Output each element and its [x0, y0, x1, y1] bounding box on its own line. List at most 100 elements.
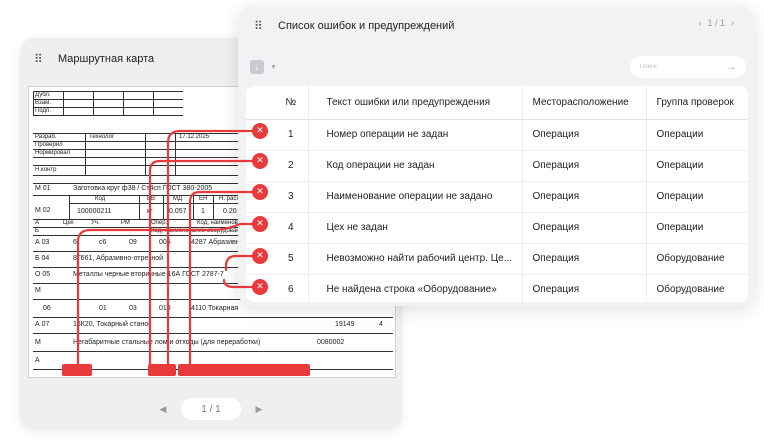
head-oper: Опер.	[151, 220, 168, 226]
table-row[interactable]: 4 Цех не задан Операция Операции	[246, 212, 748, 244]
error-highlight	[178, 364, 310, 376]
chevron-down-icon[interactable]: ▼	[270, 64, 277, 71]
row-location: Операция	[521, 243, 646, 275]
row-location: Операция	[521, 150, 646, 182]
error-badge-icon[interactable]: ✕	[252, 248, 268, 264]
header-icon-col	[246, 86, 274, 120]
errors-panel: ⠿ Список ошибок и предупреждений ‹ 1 / 1…	[238, 6, 754, 306]
row-group: Операции	[645, 119, 748, 151]
row-group: Оборудование	[645, 274, 748, 302]
row-text: Не найдена строка «Оборудование»	[307, 274, 522, 302]
m02-head-code: Код	[95, 196, 106, 202]
head-b: Б	[35, 228, 39, 234]
error-highlight	[62, 364, 92, 376]
m02-head-md: МД	[173, 196, 183, 202]
route-page-indicator: 1 / 1	[181, 398, 241, 420]
row-label-b04: Б 04	[35, 255, 50, 262]
head-a: А	[35, 220, 40, 226]
row-num: 6	[274, 274, 308, 302]
doc-row-dubl: Дубл.	[35, 92, 51, 98]
arrow-right-icon[interactable]: →	[726, 62, 736, 73]
head-ceh: Цех	[63, 220, 74, 226]
m02-nrash: 0.20	[223, 208, 237, 215]
errors-title: Список ошибок и предупреждений	[278, 20, 455, 32]
signer-normiroval: Нормировал	[35, 150, 71, 156]
errors-table-card: № Текст ошибки или предупреждения Местор…	[246, 86, 748, 302]
m01-material: Заготовка круг ф38 / Ст4сп ГОСТ 380-2005	[73, 185, 213, 192]
a03-rm: 09	[129, 239, 137, 246]
error-badge-icon[interactable]: ✕	[252, 123, 268, 139]
chevron-right-icon[interactable]: ›	[731, 18, 734, 28]
row-text: Наименование операции не задано	[307, 181, 522, 213]
errors-header[interactable]: ⠿ Список ошибок и предупреждений	[238, 6, 754, 46]
a03-ceh: 6	[73, 239, 77, 246]
chevron-left-icon[interactable]: ◀	[157, 404, 169, 415]
table-row[interactable]: 3 Наименование операции не задано Операц…	[246, 181, 748, 213]
a07-equipment: 16К20, Токарный станок	[73, 321, 152, 328]
row-text: Цех не задан	[307, 212, 522, 244]
b04-equipment: 8Г661, Абразивно-отрезной	[73, 255, 164, 262]
row-location: Операция	[521, 181, 646, 213]
r06-uch: 01	[99, 305, 107, 312]
m-last-text: Негабаритные стальные лом и отходы (для …	[73, 339, 261, 346]
errors-page-indicator: 1 / 1	[707, 18, 725, 28]
signer-razrab: Разраб.	[35, 134, 57, 140]
r06-rm: 03	[129, 305, 137, 312]
doc-row-vzam: Взам.	[35, 100, 51, 106]
download-icon[interactable]: ↓	[250, 60, 264, 74]
row-label-m01: М 01	[35, 185, 51, 192]
chevron-left-icon[interactable]: ‹	[698, 18, 701, 28]
errors-toolbar: ↓ ▼ →	[250, 52, 746, 82]
errors-table: № Текст ошибки или предупреждения Местор…	[246, 86, 748, 302]
header-location[interactable]: Месторасположение	[521, 86, 646, 120]
header-num[interactable]: №	[274, 86, 308, 120]
signer-role: Технолог	[89, 134, 115, 140]
m02-head-ev: ЕВ	[147, 196, 156, 202]
row-group: Операции	[645, 150, 748, 182]
error-badge-icon[interactable]: ✕	[252, 279, 268, 295]
table-row[interactable]: 1 Номер операции не задан Операция Опера…	[246, 119, 748, 151]
drag-handle-icon[interactable]: ⠿	[254, 20, 266, 32]
table-row[interactable]: 5 Невозможно найти рабочий центр. Це... …	[246, 243, 748, 275]
row-label-a-last: А	[35, 357, 40, 364]
table-row[interactable]: 2 Код операции не задан Операция Операци…	[246, 150, 748, 182]
error-badge-icon[interactable]: ✕	[252, 184, 268, 200]
row-text: Невозможно найти рабочий центр. Це...	[307, 243, 522, 275]
drag-handle-icon[interactable]: ⠿	[34, 53, 46, 65]
m02-head-en: ЕН	[199, 196, 208, 202]
search-box: →	[630, 56, 746, 78]
header-group[interactable]: Группа проверок	[645, 86, 748, 120]
m-last-code: 0080002	[317, 339, 345, 346]
row-group: Оборудование	[645, 243, 748, 275]
screen: ⠿ Маршрутная карта Дубл. Взам. Подп. Раз…	[0, 0, 764, 440]
r06-op-name: 4110 Токарная	[191, 305, 239, 312]
r06-oper: 010	[159, 305, 171, 312]
error-badge-icon[interactable]: ✕	[252, 216, 268, 232]
a03-op-name: 4287 Абразивн	[191, 239, 240, 246]
errors-table-header: № Текст ошибки или предупреждения Местор…	[246, 86, 748, 120]
row-location: Операция	[521, 212, 646, 244]
table-row[interactable]: 6 Не найдена строка «Оборудование» Опера…	[246, 274, 748, 302]
chevron-right-icon[interactable]: ▶	[253, 404, 265, 415]
row-label-m-empty: М	[35, 287, 41, 294]
row-location: Операция	[521, 274, 646, 302]
row-num: 2	[274, 150, 308, 182]
signer-proveril: Проверил	[35, 142, 63, 148]
doc-date: 17.12.2025	[179, 134, 210, 140]
row-group: Операции	[645, 181, 748, 213]
route-card-title: Маршрутная карта	[58, 53, 155, 65]
a07-qty: 4	[379, 321, 383, 328]
header-text[interactable]: Текст ошибки или предупреждения	[307, 86, 522, 120]
signer-nkontr: Н.контр	[35, 167, 57, 173]
row-label-06: 06	[43, 305, 51, 312]
error-badge-icon[interactable]: ✕	[252, 153, 268, 169]
row-location: Операция	[521, 119, 646, 151]
search-input[interactable]	[640, 64, 720, 70]
row-label-o05: О 05	[35, 271, 51, 278]
row-num: 1	[274, 119, 308, 151]
row-label-m-last: М	[35, 339, 41, 346]
m02-code: 100000211	[77, 208, 112, 215]
errors-pager: ‹ 1 / 1 ›	[698, 18, 734, 28]
row-label-m02: М 02	[35, 207, 51, 214]
a07-code: 19149	[335, 321, 355, 328]
